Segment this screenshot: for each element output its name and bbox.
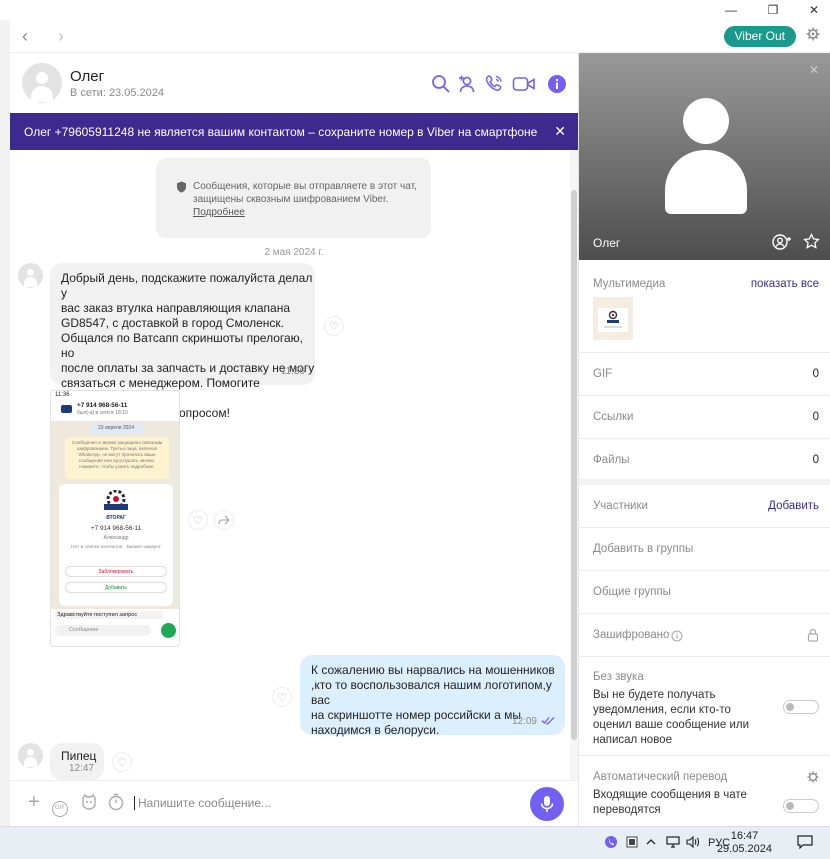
message-input[interactable]: Напишите сообщение... [134, 796, 271, 810]
image-attachment[interactable]: 11:36 +7 914 968-56-11 был(-а) в сети в … [50, 390, 180, 647]
network-icon[interactable] [666, 836, 680, 851]
message-time: 12:09 [511, 716, 537, 727]
chat-scrollbar[interactable] [570, 150, 578, 780]
incoming-message-bubble[interactable]: Пипец 12:47 [50, 743, 104, 780]
contact-info-panel: ✕ Олег Мультимедиа показать все GIF 0 Сс… [578, 53, 830, 826]
add-contact-icon[interactable] [772, 233, 792, 256]
close-panel-icon[interactable]: ✕ [809, 63, 819, 77]
screenshot-contact-card: ВТОРАГ +7 914 968-56-11 Александр Нет в … [59, 484, 173, 606]
mute-description: Вы не будете получать уведомления, если … [593, 689, 750, 746]
contact-name[interactable]: Олег [70, 68, 104, 85]
shield-icon [176, 180, 187, 198]
screenshot-mic-icon [161, 623, 176, 638]
title-bar: — ❐ ✕ [0, 0, 830, 20]
microphone-icon [540, 796, 554, 812]
profile-photo[interactable]: ✕ Олег [579, 53, 830, 260]
like-heart-icon[interactable]: ♡ [272, 687, 292, 707]
mute-section: Без звука Вы не будете получать уведомле… [579, 657, 830, 756]
learn-more-link[interactable]: Подробнее [193, 207, 245, 218]
gif-row[interactable]: GIF 0 [579, 353, 830, 396]
like-heart-icon[interactable]: ♡ [324, 316, 344, 336]
phone-call-icon[interactable] [483, 73, 505, 95]
nav-bar: ‹ › Viber Out [10, 20, 830, 53]
back-arrow-icon[interactable]: ‹ [22, 26, 28, 47]
incoming-message-bubble[interactable]: Добрый день, подскажите пожалуйста делал… [50, 263, 315, 420]
settings-gear-icon[interactable] [806, 27, 820, 44]
auto-translate-toggle[interactable] [783, 799, 819, 813]
contact-avatar[interactable] [22, 63, 62, 103]
banner-close-icon[interactable]: ✕ [554, 123, 566, 140]
forward-icon[interactable] [214, 510, 234, 530]
add-to-groups-row[interactable]: Добавить в группы [579, 528, 830, 571]
chevron-up-icon[interactable] [646, 836, 656, 850]
sticker-icon[interactable] [80, 793, 98, 816]
app-tray-icon[interactable] [626, 836, 638, 851]
viber-out-button[interactable]: Viber Out [723, 26, 796, 47]
banner-text: Олег +79605911248 не является вашим конт… [24, 125, 538, 139]
taskbar: РУС 16:47 29.05.2024 [0, 826, 830, 859]
participants-row: Участники Добавить [579, 485, 830, 528]
volume-icon[interactable] [686, 835, 700, 851]
add-participant-icon[interactable] [456, 73, 478, 95]
profile-name: Олег [593, 236, 621, 250]
auto-translate-description: Входящие сообщения в чате переводятся [593, 789, 747, 816]
encrypted-row: Зашифровано [579, 614, 830, 657]
screenshot-avatar [61, 405, 72, 413]
gif-icon[interactable]: GIF [52, 796, 68, 817]
info-circle-icon[interactable] [671, 629, 683, 647]
timer-icon[interactable] [107, 793, 125, 816]
screenshot-header: 11:36 +7 914 968-56-11 был(-а) в сети в … [51, 391, 179, 421]
scrollbar-thumb[interactable] [571, 190, 577, 740]
lock-icon [807, 628, 819, 647]
company-logo-icon [101, 489, 131, 514]
encryption-notice: Сообщения, которые вы отправляете в этот… [156, 158, 431, 238]
links-row[interactable]: Ссылки 0 [579, 396, 830, 439]
outgoing-message-bubble[interactable]: К сожалению вы нарвались на мошенников ,… [300, 655, 565, 737]
viber-tray-icon[interactable] [604, 835, 618, 852]
message-time: 11:36 [280, 366, 305, 377]
forward-arrow-icon[interactable]: › [58, 26, 64, 47]
system-clock[interactable]: 16:47 29.05.2024 [717, 830, 772, 856]
left-strip [0, 20, 10, 826]
video-call-icon[interactable] [512, 73, 535, 95]
date-separator: 2 мая 2024 г. [264, 247, 324, 258]
multimedia-label: Мультимедиа [593, 278, 666, 290]
like-heart-icon[interactable]: ♡ [112, 752, 132, 772]
restore-button[interactable]: ❐ [758, 0, 788, 20]
contact-status: В сети: 23.05.2024 [70, 87, 164, 99]
translate-settings-gear-icon[interactable] [807, 770, 819, 788]
chat-area: Сообщения, которые вы отправляете в этот… [10, 150, 578, 780]
notifications-icon[interactable] [797, 835, 813, 852]
message-composer: + GIF Напишите сообщение... [10, 780, 578, 826]
read-checkmarks-icon [541, 714, 555, 729]
plus-icon[interactable]: + [28, 791, 40, 814]
media-thumbnail[interactable] [593, 297, 633, 340]
info-icon[interactable] [546, 73, 568, 95]
not-contact-banner: Олег +79605911248 не является вашим конт… [10, 113, 578, 150]
like-heart-icon[interactable]: ♡ [188, 510, 208, 530]
show-all-link[interactable]: показать все [751, 278, 819, 290]
chat-header: Олег В сети: 23.05.2024 [10, 53, 578, 113]
message-time: 12:47 [68, 763, 94, 774]
add-participant-link[interactable]: Добавить [768, 500, 819, 512]
common-groups-row[interactable]: Общие группы [579, 571, 830, 614]
mute-toggle[interactable] [783, 700, 819, 714]
close-window-button[interactable]: ✕ [799, 0, 829, 20]
search-icon[interactable] [430, 73, 452, 95]
encryption-text: Сообщения, которые вы отправляете в этот… [193, 181, 417, 218]
sender-avatar[interactable] [18, 263, 43, 288]
voice-message-button[interactable] [530, 787, 564, 821]
sender-avatar[interactable] [18, 743, 43, 768]
star-icon[interactable] [803, 232, 820, 255]
auto-translate-section: Автоматический перевод Входящие сообщени… [579, 756, 830, 826]
files-row[interactable]: Файлы 0 [579, 439, 830, 485]
minimize-button[interactable]: — [716, 0, 746, 20]
screenshot-composer: Здравствуйте поступил запрос Сообщение [51, 609, 179, 646]
